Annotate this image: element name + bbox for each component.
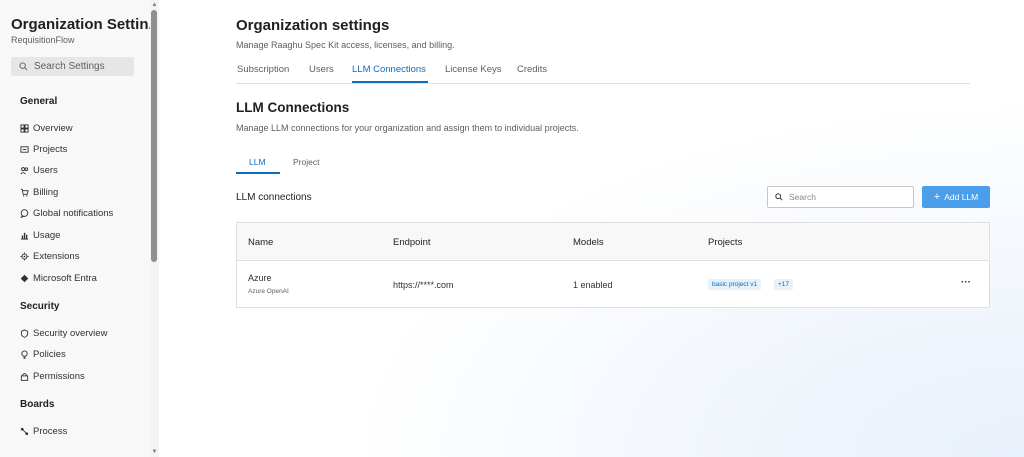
cart-icon	[20, 188, 29, 197]
page-subtitle: Manage Raaghu Spec Kit access, licenses,…	[236, 40, 455, 50]
process-icon	[20, 427, 29, 436]
sidebar: Organization Settin... RequisitionFlow G…	[0, 0, 150, 457]
tab-credits[interactable]: Credits	[517, 64, 547, 84]
sidebar-item-label: Microsoft Entra	[33, 272, 97, 284]
page-title: Organization settings	[236, 17, 390, 34]
projects-icon	[20, 145, 29, 154]
sidebar-item-label: Extensions	[33, 250, 80, 262]
tabs-divider	[236, 83, 970, 84]
connection-models: 1 enabled	[573, 280, 613, 290]
more-projects-badge[interactable]: +17	[774, 279, 794, 290]
org-subtitle: RequisitionFlow	[11, 35, 75, 45]
sidebar-item-label: Projects	[33, 143, 68, 155]
diamond-icon	[20, 274, 29, 283]
lock-icon	[20, 372, 29, 381]
shield-icon	[20, 328, 29, 338]
subtab-llm[interactable]: LLM	[249, 157, 266, 167]
project-badge[interactable]: basic project v1	[708, 279, 762, 290]
sidebar-item-overview[interactable]: Overview	[20, 121, 73, 135]
org-title: Organization Settin...	[11, 16, 150, 33]
sidebar-item-process[interactable]: Process	[20, 424, 67, 438]
tab-license-keys[interactable]: License Keys	[445, 64, 502, 84]
column-header-name: Name	[248, 237, 274, 248]
grid-icon	[20, 123, 29, 133]
plus-icon: +	[933, 190, 941, 203]
connections-table: Name Endpoint Models Projects Azure Azur…	[236, 222, 990, 308]
search-icon	[19, 62, 28, 72]
connections-search-box[interactable]	[767, 186, 914, 208]
connections-search-input[interactable]	[789, 192, 899, 202]
sidebar-item-billing[interactable]: Billing	[20, 185, 58, 199]
users-icon	[20, 166, 29, 175]
settings-search-input[interactable]	[34, 61, 134, 72]
connection-provider: Azure OpenAI	[248, 288, 289, 295]
sidebar-item-permissions[interactable]: Permissions	[20, 369, 85, 383]
sidebar-item-users[interactable]: Users	[20, 163, 58, 177]
section-heading-security: Security	[20, 301, 60, 312]
sidebar-item-global-notifications[interactable]: Global notifications	[20, 206, 113, 220]
sidebar-item-label: Overview	[33, 122, 73, 134]
sidebar-item-label: Process	[33, 425, 68, 437]
bulb-icon	[20, 349, 29, 359]
tab-subscription[interactable]: Subscription	[237, 64, 289, 84]
sidebar-item-security-overview[interactable]: Security overview	[20, 326, 107, 340]
chart-icon	[20, 231, 29, 240]
scroll-down-arrow-icon[interactable]: ▼	[150, 448, 159, 456]
sidebar-item-usage[interactable]: Usage	[20, 228, 60, 242]
section-heading-boards: Boards	[20, 399, 55, 410]
column-header-projects: Projects	[708, 237, 743, 248]
scroll-up-arrow-icon[interactable]: ▲	[150, 1, 159, 9]
subtab-project[interactable]: Project	[293, 157, 319, 167]
active-tab-indicator	[352, 81, 428, 83]
column-header-endpoint: Endpoint	[393, 237, 431, 248]
tab-users[interactable]: Users	[309, 64, 334, 84]
sidebar-item-label: Users	[33, 164, 58, 176]
chat-icon	[20, 208, 29, 218]
add-llm-button[interactable]: + Add LLM	[922, 186, 990, 208]
sidebar-item-policies[interactable]: Policies	[20, 347, 66, 361]
search-icon	[775, 193, 783, 201]
scrollbar-thumb[interactable]	[151, 10, 157, 262]
section-title: LLM Connections	[236, 100, 350, 115]
settings-search-box[interactable]	[11, 57, 134, 76]
sidebar-item-microsoft-entra[interactable]: Microsoft Entra	[20, 271, 97, 285]
add-llm-label: Add LLM	[944, 192, 979, 202]
connection-endpoint: https://****.com	[393, 280, 454, 290]
section-heading-general: General	[20, 96, 58, 107]
column-header-models: Models	[573, 237, 604, 248]
sidebar-item-label: Policies	[33, 348, 66, 360]
sidebar-item-label: Billing	[33, 186, 59, 198]
connection-name: Azure	[248, 273, 272, 283]
sidebar-item-extensions[interactable]: Extensions	[20, 249, 79, 263]
row-more-actions-button[interactable]: ···	[961, 277, 971, 288]
sidebar-item-label: Global notifications	[33, 207, 114, 219]
sidebar-item-label: Usage	[33, 229, 61, 241]
sidebar-item-label: Permissions	[33, 370, 85, 382]
connections-heading: LLM connections	[236, 192, 312, 203]
section-subtitle: Manage LLM connections for your organiza…	[236, 123, 579, 133]
sidebar-item-projects[interactable]: Projects	[20, 142, 67, 156]
gear-icon	[20, 251, 29, 261]
sidebar-item-label: Security overview	[33, 327, 108, 339]
table-header: Name Endpoint Models Projects	[237, 223, 989, 261]
active-subtab-indicator	[236, 172, 280, 174]
